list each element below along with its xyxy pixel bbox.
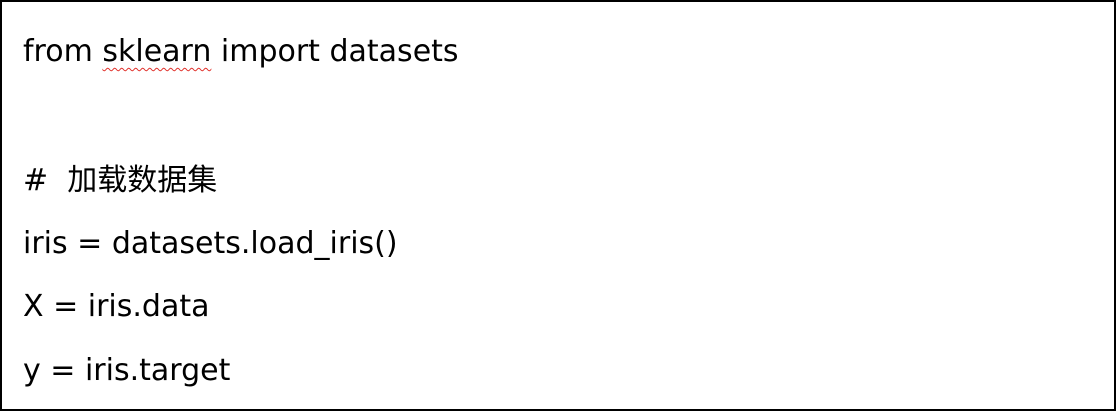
code-line-comment: # 加载数据集 [23, 163, 218, 198]
code-line-y-target: y = iris.target [23, 353, 231, 388]
code-box: from sklearn import datasets # 加载数据集 iri… [0, 0, 1116, 411]
spellcheck-flagged-word[interactable]: sklearn [102, 34, 211, 69]
code-line-import: from sklearn import datasets [23, 34, 459, 70]
code-text: from [23, 34, 103, 69]
code-text: import datasets [211, 34, 459, 69]
code-line-load-iris: iris = datasets.load_iris() [23, 226, 398, 261]
code-line-x-data: X = iris.data [23, 289, 210, 324]
